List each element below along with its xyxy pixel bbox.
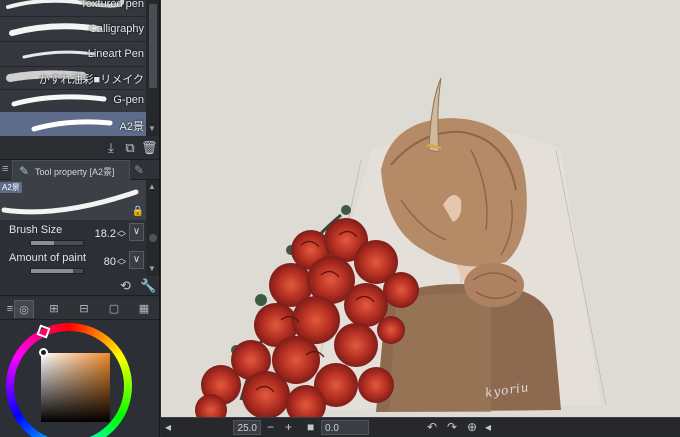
artwork xyxy=(195,77,607,417)
amount-of-paint-value[interactable]: 80 xyxy=(104,256,116,268)
brush-actions-toolbar: ⤓ ⧉ 🗑 xyxy=(0,136,159,160)
tab-color-slider[interactable]: ⊞ xyxy=(44,300,64,318)
scroll-thumb[interactable] xyxy=(149,234,157,242)
brush-name: Calligraphy xyxy=(88,23,144,35)
scroll-up-icon[interactable]: ▲ xyxy=(148,182,156,191)
brush-item-textured-pen[interactable]: Textured pen xyxy=(0,0,146,17)
scroll-down-icon[interactable]: ▼ xyxy=(148,264,156,273)
brush-size-value[interactable]: 18.2 xyxy=(95,228,116,240)
amount-of-paint-dynamics-button[interactable]: ∨ xyxy=(129,251,144,269)
drawing-canvas[interactable]: kyoriu xyxy=(161,0,680,417)
brush-item-a2[interactable]: A2景 xyxy=(0,112,146,137)
rotation-field[interactable]: 0.0 xyxy=(321,420,369,435)
status-bar: ◂ 25.0 − + ■ 0.0 ↶ ↷ ⊕ ◂ xyxy=(161,417,680,437)
color-panel-tabs: ≡ ◎ ⊞ ⊟ ▢ ▦ xyxy=(0,298,159,320)
brush-size-label: Brush Size xyxy=(9,224,63,236)
tab-color-wheel[interactable]: ◎ xyxy=(14,300,34,318)
fit-icon[interactable]: ■ xyxy=(307,420,314,435)
brush-item-lineart-pen[interactable]: Lineart Pen xyxy=(0,42,146,67)
rose-bouquet xyxy=(195,218,419,417)
brush-name: かすれ油彩■リメイク xyxy=(38,74,144,86)
left-panel: Textured pen Calligraphy Lineart Pen かすれ… xyxy=(0,0,160,437)
scroll-thumb[interactable] xyxy=(149,4,157,88)
brush-name: Textured pen xyxy=(80,0,144,10)
brush-size-dynamics-button[interactable]: ∨ xyxy=(129,223,144,241)
tab-tool-property[interactable]: ✎ Tool property [A2景] xyxy=(12,160,130,180)
scroll-left-icon[interactable]: ◂ xyxy=(165,420,171,435)
brush-list-scrollbar[interactable]: ▲ ▼ xyxy=(146,0,159,136)
tool-property-scrollbar[interactable]: ▲ ▼ xyxy=(146,180,159,276)
brush-preview-stroke xyxy=(1,189,139,215)
scroll-down-icon[interactable]: ▼ xyxy=(148,124,156,133)
color-wheel-area xyxy=(0,320,159,437)
pen-icon: ✎ xyxy=(19,164,30,178)
brush-size-stepper-icon[interactable]: ︿ ﹀ xyxy=(117,226,126,243)
tool-property-title: Tool property [A2景] xyxy=(35,167,115,177)
sub-tool-detail-icon[interactable]: ✎ xyxy=(134,163,144,177)
tool-property-header: ≡ ✎ Tool property [A2景] ✎ xyxy=(0,160,159,180)
brush-stroke-preview xyxy=(31,119,113,132)
brush-preview: A2景 🔒 xyxy=(0,180,146,220)
zoom-out-icon[interactable]: − xyxy=(267,420,274,435)
tab-color-set[interactable]: ⊟ xyxy=(74,300,94,318)
brush-size-slider[interactable] xyxy=(30,240,84,246)
amount-of-paint-stepper-icon[interactable]: ︿ ﹀ xyxy=(117,254,126,271)
reset-rotation-icon[interactable]: ⊕ xyxy=(467,420,477,435)
saturation-value-square[interactable] xyxy=(41,353,110,422)
lock-icon[interactable]: 🔒 xyxy=(132,206,144,217)
brush-name: A2景 xyxy=(119,121,144,133)
trash-icon[interactable]: 🗑 xyxy=(141,140,158,156)
slider-fill xyxy=(31,269,73,273)
duplicate-icon[interactable]: ⧉ xyxy=(122,140,138,156)
amount-of-paint-slider[interactable] xyxy=(30,268,84,274)
brush-name: Lineart Pen xyxy=(87,48,144,60)
tab-intermediate-color[interactable]: ▢ xyxy=(104,300,124,318)
wrench-icon[interactable]: 🔧 xyxy=(140,278,156,294)
panel-menu-icon[interactable]: ≡ xyxy=(2,163,8,175)
rotate-right-icon[interactable]: ↷ xyxy=(447,420,457,435)
brush-stroke-preview xyxy=(11,94,107,107)
brush-name: G-pen xyxy=(113,94,144,106)
zoom-in-icon[interactable]: + xyxy=(285,420,292,435)
reset-icon[interactable]: ⟲ xyxy=(120,278,131,294)
tool-property-footer: ⟲ 🔧 xyxy=(0,276,159,296)
sv-marker[interactable] xyxy=(39,348,48,357)
brush-list: Textured pen Calligraphy Lineart Pen かすれ… xyxy=(0,0,146,137)
brush-item-g-pen[interactable]: G-pen xyxy=(0,88,146,113)
tab-approximate-color[interactable]: ▦ xyxy=(134,300,154,318)
brush-item-calligraphy[interactable]: Calligraphy xyxy=(0,17,146,42)
scroll-right-icon[interactable]: ◂ xyxy=(485,420,491,435)
brush-item-oil-remake[interactable]: かすれ油彩■リメイク xyxy=(0,65,146,90)
amount-of-paint-label: Amount of paint xyxy=(9,252,87,264)
slider-fill xyxy=(31,241,55,245)
rotate-left-icon[interactable]: ↶ xyxy=(427,420,437,435)
download-icon[interactable]: ⤓ xyxy=(103,140,119,156)
zoom-field[interactable]: 25.0 xyxy=(233,420,261,435)
